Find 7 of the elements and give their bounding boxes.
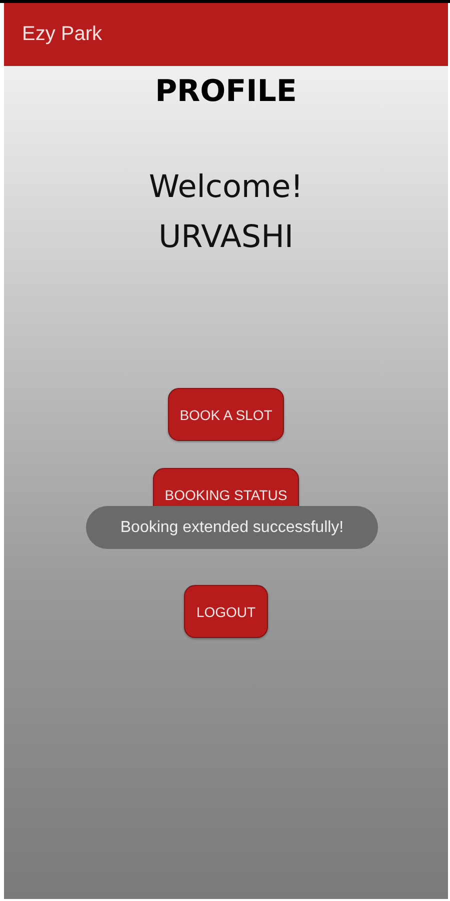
action-button[interactable]: LOGOUT bbox=[184, 585, 268, 638]
page-title: PROFILE bbox=[155, 74, 297, 109]
app-title: Ezy Park bbox=[22, 23, 102, 46]
success-toast: Booking extended successfully! bbox=[86, 506, 378, 549]
welcome-text: Welcome! bbox=[148, 168, 304, 207]
action-button[interactable]: BOOK A SLOT bbox=[168, 388, 284, 441]
user-name: URVASHI bbox=[158, 218, 294, 257]
